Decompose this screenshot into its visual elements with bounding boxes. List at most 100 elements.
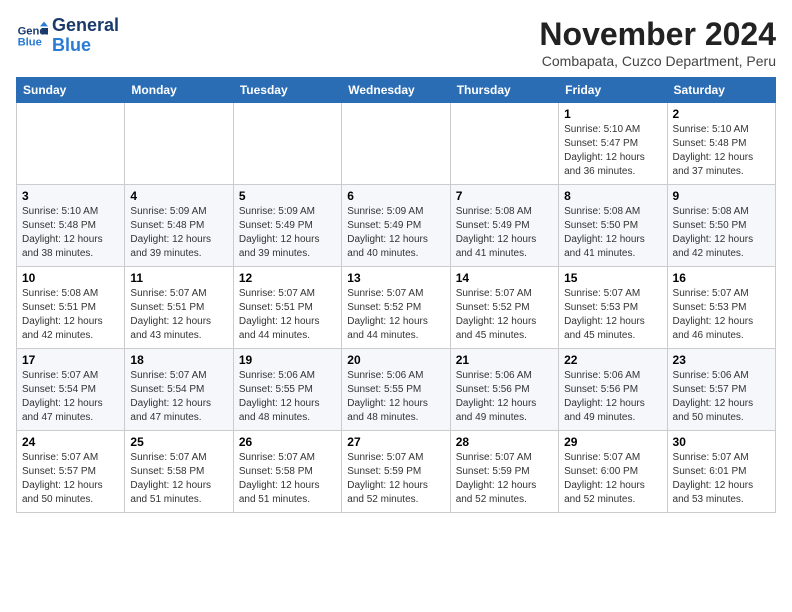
day-number: 28	[456, 435, 553, 449]
day-number: 6	[347, 189, 444, 203]
logo-icon: General Blue	[16, 20, 48, 52]
weekday-header-monday: Monday	[125, 78, 233, 103]
day-info: Sunrise: 5:07 AMSunset: 5:59 PMDaylight:…	[347, 451, 444, 507]
calendar-cell: 1Sunrise: 5:10 AMSunset: 5:47 PMDaylight…	[559, 103, 667, 185]
day-number: 18	[130, 353, 227, 367]
calendar-cell: 2 Sunrise: 5:10 AMSunset: 5:48 PMDaylight…	[667, 103, 775, 185]
day-number: 8	[564, 189, 661, 203]
day-info: Sunrise: 5:10 AMSunset: 5:47 PMDaylight:…	[564, 123, 661, 179]
day-number: 19	[239, 353, 336, 367]
day-info: Sunrise: 5:10 AMSunset: 5:48 PMDaylight:…	[22, 205, 119, 261]
day-info: Sunrise: 5:07 AMSunset: 5:52 PMDaylight:…	[456, 287, 553, 343]
week-row-2: 3 Sunrise: 5:10 AMSunset: 5:48 PMDaylight…	[17, 185, 776, 267]
day-number: 21	[456, 353, 553, 367]
day-info: Sunrise: 5:07 AMSunset: 5:57 PMDaylight:…	[22, 451, 119, 507]
day-info: Sunrise: 5:09 AMSunset: 5:49 PMDaylight:…	[239, 205, 336, 261]
day-number: 7	[456, 189, 553, 203]
svg-text:Blue: Blue	[18, 36, 42, 48]
day-number: 3	[22, 189, 119, 203]
day-number: 11	[130, 271, 227, 285]
calendar-cell: 6 Sunrise: 5:09 AMSunset: 5:49 PMDaylight…	[342, 185, 450, 267]
day-number: 20	[347, 353, 444, 367]
calendar-cell: 27 Sunrise: 5:07 AMSunset: 5:59 PMDayligh…	[342, 431, 450, 513]
day-info: Sunrise: 5:09 AMSunset: 5:49 PMDaylight:…	[347, 205, 444, 261]
day-info: Sunrise: 5:07 AMSunset: 5:53 PMDaylight:…	[673, 287, 770, 343]
weekday-header-saturday: Saturday	[667, 78, 775, 103]
day-number: 26	[239, 435, 336, 449]
title-area: November 2024 Combapata, Cuzco Departmen…	[539, 16, 776, 69]
day-number: 24	[22, 435, 119, 449]
calendar-cell	[450, 103, 558, 185]
day-info: Sunrise: 5:08 AMSunset: 5:50 PMDaylight:…	[564, 205, 661, 261]
logo-text: General Blue	[52, 16, 119, 56]
calendar-cell: 20 Sunrise: 5:06 AMSunset: 5:55 PMDayligh…	[342, 349, 450, 431]
weekday-header-wednesday: Wednesday	[342, 78, 450, 103]
month-title: November 2024	[539, 16, 776, 53]
day-number: 22	[564, 353, 661, 367]
day-info: Sunrise: 5:07 AMSunset: 5:58 PMDaylight:…	[239, 451, 336, 507]
calendar-cell: 26 Sunrise: 5:07 AMSunset: 5:58 PMDayligh…	[233, 431, 341, 513]
location-title: Combapata, Cuzco Department, Peru	[539, 53, 776, 69]
day-info: Sunrise: 5:06 AMSunset: 5:57 PMDaylight:…	[673, 369, 770, 425]
day-info: Sunrise: 5:06 AMSunset: 5:56 PMDaylight:…	[564, 369, 661, 425]
calendar-cell: 30 Sunrise: 5:07 AMSunset: 6:01 PMDayligh…	[667, 431, 775, 513]
calendar-cell: 16Sunrise: 5:07 AMSunset: 5:53 PMDayligh…	[667, 267, 775, 349]
calendar-cell: 15 Sunrise: 5:07 AMSunset: 5:53 PMDayligh…	[559, 267, 667, 349]
calendar-table: SundayMondayTuesdayWednesdayThursdayFrid…	[16, 77, 776, 513]
day-number: 25	[130, 435, 227, 449]
calendar-cell: 17 Sunrise: 5:07 AMSunset: 5:54 PMDayligh…	[17, 349, 125, 431]
day-number: 27	[347, 435, 444, 449]
day-info: Sunrise: 5:07 AMSunset: 5:54 PMDaylight:…	[130, 369, 227, 425]
calendar-cell: 23 Sunrise: 5:06 AMSunset: 5:57 PMDayligh…	[667, 349, 775, 431]
day-number: 13	[347, 271, 444, 285]
calendar-cell	[17, 103, 125, 185]
weekday-header-friday: Friday	[559, 78, 667, 103]
calendar-cell	[233, 103, 341, 185]
calendar-cell: 3 Sunrise: 5:10 AMSunset: 5:48 PMDaylight…	[17, 185, 125, 267]
calendar-cell: 25Sunrise: 5:07 AMSunset: 5:58 PMDayligh…	[125, 431, 233, 513]
day-number: 30	[673, 435, 770, 449]
day-number: 29	[564, 435, 661, 449]
logo: General Blue General Blue	[16, 16, 119, 56]
calendar-cell: 24 Sunrise: 5:07 AMSunset: 5:57 PMDayligh…	[17, 431, 125, 513]
day-info: Sunrise: 5:08 AMSunset: 5:51 PMDaylight:…	[22, 287, 119, 343]
day-number: 10	[22, 271, 119, 285]
calendar-cell: 5Sunrise: 5:09 AMSunset: 5:49 PMDaylight…	[233, 185, 341, 267]
day-info: Sunrise: 5:06 AMSunset: 5:55 PMDaylight:…	[239, 369, 336, 425]
weekday-header-tuesday: Tuesday	[233, 78, 341, 103]
day-info: Sunrise: 5:06 AMSunset: 5:55 PMDaylight:…	[347, 369, 444, 425]
day-info: Sunrise: 5:07 AMSunset: 5:51 PMDaylight:…	[239, 287, 336, 343]
page-header: General Blue General Blue November 2024 …	[16, 16, 776, 69]
day-info: Sunrise: 5:08 AMSunset: 5:50 PMDaylight:…	[673, 205, 770, 261]
calendar-cell: 4Sunrise: 5:09 AMSunset: 5:48 PMDaylight…	[125, 185, 233, 267]
week-row-4: 17 Sunrise: 5:07 AMSunset: 5:54 PMDayligh…	[17, 349, 776, 431]
calendar-cell: 7Sunrise: 5:08 AMSunset: 5:49 PMDaylight…	[450, 185, 558, 267]
calendar-cell: 9 Sunrise: 5:08 AMSunset: 5:50 PMDaylight…	[667, 185, 775, 267]
day-info: Sunrise: 5:07 AMSunset: 5:59 PMDaylight:…	[456, 451, 553, 507]
weekday-header-row: SundayMondayTuesdayWednesdayThursdayFrid…	[17, 78, 776, 103]
calendar-cell: 13 Sunrise: 5:07 AMSunset: 5:52 PMDayligh…	[342, 267, 450, 349]
day-number: 12	[239, 271, 336, 285]
day-number: 9	[673, 189, 770, 203]
calendar-cell	[342, 103, 450, 185]
calendar-cell: 11 Sunrise: 5:07 AMSunset: 5:51 PMDayligh…	[125, 267, 233, 349]
day-info: Sunrise: 5:07 AMSunset: 5:54 PMDaylight:…	[22, 369, 119, 425]
day-info: Sunrise: 5:10 AMSunset: 5:48 PMDaylight:…	[673, 123, 770, 179]
day-info: Sunrise: 5:07 AMSunset: 6:00 PMDaylight:…	[564, 451, 661, 507]
day-info: Sunrise: 5:07 AMSunset: 6:01 PMDaylight:…	[673, 451, 770, 507]
calendar-cell: 29 Sunrise: 5:07 AMSunset: 6:00 PMDayligh…	[559, 431, 667, 513]
day-info: Sunrise: 5:07 AMSunset: 5:53 PMDaylight:…	[564, 287, 661, 343]
day-number: 23	[673, 353, 770, 367]
calendar-cell: 19 Sunrise: 5:06 AMSunset: 5:55 PMDayligh…	[233, 349, 341, 431]
calendar-cell: 22 Sunrise: 5:06 AMSunset: 5:56 PMDayligh…	[559, 349, 667, 431]
day-number: 4	[130, 189, 227, 203]
calendar-cell: 21 Sunrise: 5:06 AMSunset: 5:56 PMDayligh…	[450, 349, 558, 431]
week-row-1: 1Sunrise: 5:10 AMSunset: 5:47 PMDaylight…	[17, 103, 776, 185]
calendar-cell: 18 Sunrise: 5:07 AMSunset: 5:54 PMDayligh…	[125, 349, 233, 431]
day-info: Sunrise: 5:07 AMSunset: 5:51 PMDaylight:…	[130, 287, 227, 343]
day-number: 15	[564, 271, 661, 285]
day-number: 2	[673, 107, 770, 121]
day-info: Sunrise: 5:07 AMSunset: 5:52 PMDaylight:…	[347, 287, 444, 343]
day-info: Sunrise: 5:06 AMSunset: 5:56 PMDaylight:…	[456, 369, 553, 425]
day-number: 17	[22, 353, 119, 367]
